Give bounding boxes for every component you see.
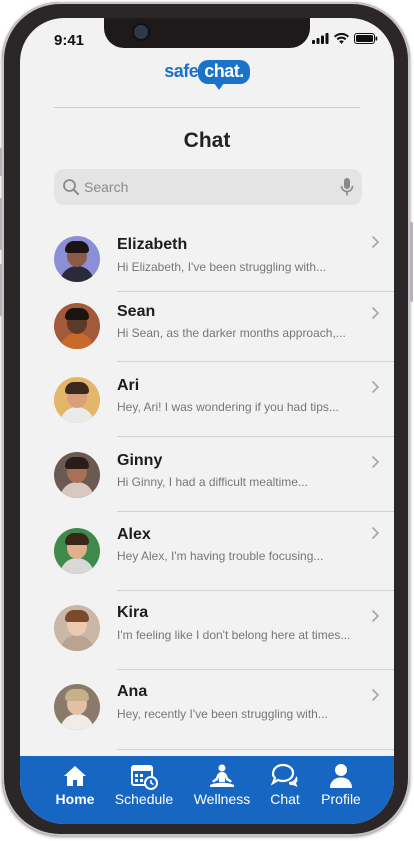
volume-up-button [0,198,2,250]
row-divider [117,590,394,591]
message-preview: Hey, Ari! I was wondering if you had tip… [117,400,339,414]
status-time: 9:41 [54,32,85,49]
phone-frame: 9:41 safe chat. Chat Search Elizabeth Hi… [0,2,413,836]
avatar [54,236,100,282]
avatar [54,377,100,423]
message-preview: Hey Alex, I'm having trouble focusing... [117,549,324,563]
tab-label-profile: Profile [321,791,361,807]
bottom-tab-bar: Home Schedule Wellness Chat Profile [20,756,394,824]
search-placeholder: Search [84,179,129,195]
message-preview: Hey, recently I've been struggling with.… [117,707,328,721]
chat-row-ginny[interactable]: Ginny Hi Ginny, I had a difficult mealti… [20,441,394,515]
chat-row-elizabeth[interactable]: Elizabeth Hi Elizabeth, I've been strugg… [20,225,394,299]
row-divider [117,436,394,437]
avatar [54,684,100,730]
front-camera [134,25,148,39]
contact-name: Ari [117,377,140,394]
chevron-right-icon [371,688,380,702]
battery-icon [354,33,378,44]
avatar [54,528,100,574]
contact-name: Ana [117,683,148,700]
contact-name: Alex [117,526,151,543]
chevron-right-icon [371,609,380,623]
power-button [410,222,413,302]
contact-name: Elizabeth [117,236,188,253]
screen: 9:41 safe chat. Chat Search Elizabeth Hi… [20,18,394,824]
header-divider [54,107,360,108]
message-preview: Hi Ginny, I had a difficult mealtime... [117,475,308,489]
row-divider [117,669,394,670]
chevron-right-icon [371,380,380,394]
volume-down-button [0,264,2,316]
search-icon [63,179,79,195]
logo-text-safe: safe [164,61,199,81]
tab-wellness[interactable]: Wellness [187,762,257,807]
message-preview: Hi Sean, as the darker months approach,.… [117,326,346,340]
message-preview: I'm feeling like I don't belong here at … [117,628,351,642]
logo-text-chat: chat. [198,60,250,90]
tab-schedule[interactable]: Schedule [109,762,179,807]
row-divider [117,361,394,362]
status-icons [312,33,378,44]
home-icon [64,766,86,786]
tab-home[interactable]: Home [40,762,110,807]
chevron-right-icon [371,306,380,320]
avatar [54,303,100,349]
app-logo: safe chat. [20,60,394,90]
chevron-right-icon [371,455,380,469]
silent-switch [0,148,2,176]
tab-label-home: Home [55,791,95,807]
chat-row-ari[interactable]: Ari Hey, Ari! I was wondering if you had… [20,366,394,440]
wifi-icon [334,33,349,44]
meditation-icon [210,764,234,787]
tab-label-schedule: Schedule [114,791,174,807]
chevron-right-icon [371,526,380,540]
row-divider [117,749,394,750]
page-title: Chat [183,129,231,152]
notch [104,18,310,48]
chevron-right-icon [371,235,380,249]
chat-row-sean[interactable]: Sean Hi Sean, as the darker months appro… [20,292,394,366]
person-icon [330,764,352,788]
signal-icon [312,33,329,44]
microphone-icon[interactable] [340,177,354,197]
message-preview: Hi Elizabeth, I've been struggling with.… [117,260,327,274]
tab-profile[interactable]: Profile [306,762,376,807]
avatar [54,605,100,651]
chat-row-kira[interactable]: Kira I'm feeling like I don't belong her… [20,593,394,670]
search-bar[interactable]: Search [54,169,362,205]
row-divider [117,511,394,512]
chat-row-alex[interactable]: Alex Hey Alex, I'm having trouble focusi… [20,515,394,591]
contact-name: Kira [117,604,149,621]
avatar [54,452,100,498]
contact-name: Sean [117,303,156,320]
chat-bubbles-icon [270,763,298,787]
chat-row-ana[interactable]: Ana Hey, recently I've been struggling w… [20,672,394,750]
contact-name: Ginny [117,452,163,469]
tab-label-wellness: Wellness [193,791,251,807]
calendar-clock-icon [131,765,158,790]
